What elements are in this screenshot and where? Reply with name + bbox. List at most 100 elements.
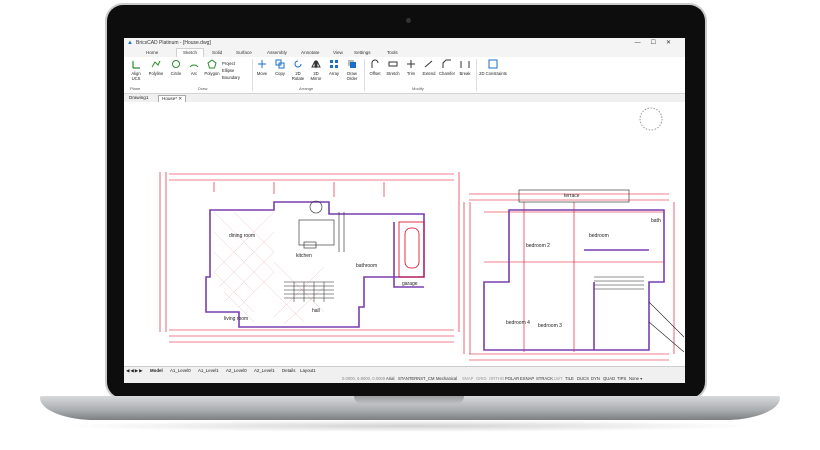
drawing-canvas[interactable]: dining room kitchen living room hall gar…: [124, 102, 685, 366]
room-label-living: living room: [224, 316, 248, 322]
layout-tab-a2-level0[interactable]: A2_Level0: [226, 368, 247, 373]
draw-order-button[interactable]: Draw Order: [344, 59, 360, 81]
circle-button[interactable]: Circle: [168, 59, 184, 76]
toggle-esnap[interactable]: ESNAP: [520, 376, 534, 381]
extend-button[interactable]: Extend: [421, 59, 437, 76]
layout-tab-a2-level1[interactable]: A2_Level1: [254, 368, 275, 373]
app-logo-icon: ▲: [127, 40, 133, 46]
ribbon-panel: Align UCS Polyline Circle Arc Polygon Pr…: [124, 57, 685, 94]
room-label-bedroom: bedroom: [589, 233, 609, 239]
toggle-quad[interactable]: QUAD: [603, 376, 615, 381]
status-none-dropdown[interactable]: None ▾: [629, 376, 642, 381]
move-button[interactable]: Move: [254, 59, 270, 76]
document-tab-bar: Drawing1 House* ✕: [124, 94, 685, 102]
camera-icon: [406, 18, 411, 23]
mirror-icon: [311, 60, 321, 68]
layout-tab-layout1[interactable]: Layout1: [300, 368, 316, 373]
chamfer-button[interactable]: Chamfer: [439, 59, 455, 76]
status-style[interactable]: STANTERNST_CM: [398, 376, 434, 381]
tab-settings[interactable]: Settings: [354, 50, 371, 55]
room-label-dining: dining room: [229, 233, 255, 239]
ellipse-button[interactable]: Ellipse: [222, 67, 240, 74]
floor-hatch: [213, 211, 325, 325]
polyline-button[interactable]: Polyline: [148, 59, 164, 76]
tab-assembly[interactable]: Assembly: [267, 50, 287, 55]
ribbon-divider: [364, 59, 365, 91]
maximize-button[interactable]: ☐: [651, 40, 666, 46]
stretch-button[interactable]: Stretch: [385, 59, 401, 76]
toggle-lwt[interactable]: LWT: [554, 376, 563, 381]
arc-button[interactable]: Arc: [186, 59, 202, 76]
room-label-kitchen: kitchen: [296, 253, 312, 259]
align-ucs-button[interactable]: Align UCS: [128, 59, 144, 81]
viewcube-compass-icon[interactable]: [639, 107, 663, 131]
tab-view[interactable]: View: [333, 50, 343, 55]
status-workspace[interactable]: Mechanical: [436, 376, 457, 381]
boundary-button[interactable]: Boundary: [222, 74, 240, 81]
stretch-icon: [388, 61, 398, 67]
layout-tab-a1-level0[interactable]: A1_Level0: [170, 368, 191, 373]
garage-car: [398, 221, 425, 278]
minimize-button[interactable]: —: [635, 40, 651, 46]
doc-tab-house[interactable]: House* ✕: [158, 95, 187, 102]
room-label-terrace: terrace: [564, 193, 580, 199]
polygon-button[interactable]: Polygon: [204, 59, 220, 76]
align-ucs-icon: [132, 61, 140, 69]
tab-annotate[interactable]: Annotate: [301, 50, 319, 55]
toggle-tile[interactable]: TILE: [565, 376, 574, 381]
chamfer-icon: [442, 59, 451, 68]
group-modify: Modify: [412, 86, 424, 91]
toggle-grid[interactable]: GRID: [476, 376, 486, 381]
break-icon: [460, 61, 470, 68]
tab-surface[interactable]: Surface: [236, 50, 252, 55]
status-font[interactable]: Arial: [386, 376, 394, 381]
ribbon-divider: [476, 59, 477, 91]
toggle-ducs[interactable]: DUCS: [577, 376, 589, 381]
toggle-ortho[interactable]: ORTHO: [489, 376, 504, 381]
ribbon-tab-bar: Home Sketch Solid Surface Assembly Annot…: [124, 48, 685, 59]
tab-home[interactable]: Home: [146, 50, 158, 55]
extend-icon: [424, 60, 433, 68]
group-plane: Plane: [130, 86, 141, 91]
project-button[interactable]: Project: [222, 60, 240, 67]
break-button[interactable]: Break: [457, 59, 473, 76]
ribbon-divider: [252, 59, 253, 91]
layout-tab-model[interactable]: Model: [150, 368, 163, 373]
close-button[interactable]: ✕: [666, 40, 681, 46]
toggle-polar[interactable]: POLAR: [505, 376, 519, 381]
trim-icon: [407, 60, 415, 68]
title-bar: ▲ BricsCAD Platinum - [House.dwg] —☐✕: [124, 38, 685, 48]
layout-tab-details[interactable]: Details: [282, 368, 295, 373]
tab-tools[interactable]: Tools: [387, 50, 398, 55]
toggle-tips[interactable]: TIPS: [617, 376, 626, 381]
toggle-snap[interactable]: SNAP: [462, 376, 473, 381]
offset-button[interactable]: Offset: [367, 59, 383, 76]
layout-tab-a1-level1[interactable]: A1_Level1: [198, 368, 219, 373]
room-label-bath: bath: [651, 218, 661, 224]
circle-icon: [172, 60, 180, 68]
window-title: BricsCAD Platinum - [House.dwg]: [136, 40, 211, 46]
mirror-button[interactable]: 2D Mirror: [308, 59, 324, 81]
offset-icon: [371, 59, 379, 68]
window-controls[interactable]: —☐✕: [635, 39, 681, 46]
constraints-button[interactable]: 2D Constraints: [479, 59, 507, 76]
group-draw: Draw: [198, 86, 208, 91]
rotate-button[interactable]: 2D Rotate: [290, 59, 306, 81]
close-tab-icon[interactable]: ✕: [178, 96, 182, 101]
tab-solid[interactable]: Solid: [212, 50, 222, 55]
trim-button[interactable]: Trim: [403, 59, 419, 76]
toggle-strack[interactable]: STRACK: [536, 376, 553, 381]
laptop-notch: [354, 396, 464, 404]
room-label-bedroom4: bedroom 4: [506, 320, 530, 326]
coordinates-readout: 0.0000, 6.8000, 0.0000: [342, 376, 386, 381]
laptop-shadow: [60, 420, 760, 432]
polygon-icon: [207, 59, 217, 69]
arc-icon: [189, 64, 199, 68]
status-bar: 0.0000, 6.8000, 0.0000 Arial STANTERNST_…: [124, 374, 685, 383]
toggle-dyn[interactable]: DYN: [591, 376, 600, 381]
doc-tab-drawing1[interactable]: Drawing1: [126, 95, 151, 100]
floor-plan-drawing: dining room kitchen living room hall gar…: [159, 107, 685, 361]
chevron-down-icon: ▾: [640, 376, 643, 381]
array-button[interactable]: Array: [326, 59, 342, 76]
copy-button[interactable]: Copy: [272, 59, 288, 76]
